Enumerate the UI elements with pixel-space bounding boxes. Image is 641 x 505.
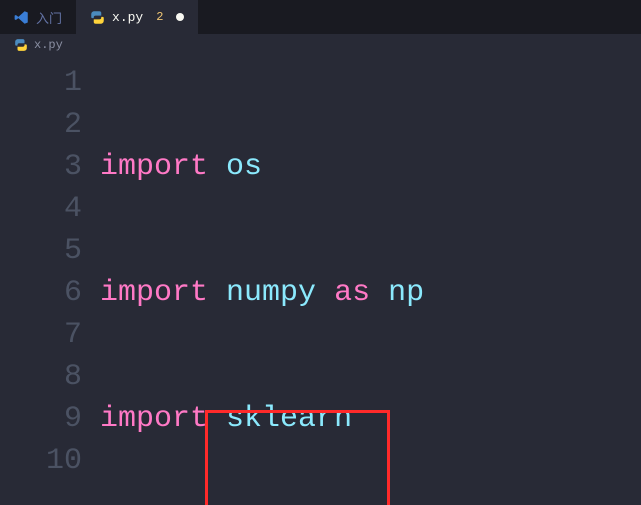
- tab-xpy[interactable]: x.py 2: [76, 0, 198, 34]
- line-number-gutter: 1 2 3 4 5 6 7 8 9 10: [0, 56, 100, 505]
- line-number: 9: [0, 398, 82, 440]
- line-number: 1: [0, 62, 82, 104]
- python-icon: [14, 38, 28, 52]
- dirty-indicator-icon: [176, 13, 184, 21]
- line-number: 6: [0, 272, 82, 314]
- code-area[interactable]: import os import numpy as np import skle…: [100, 56, 550, 505]
- tab-label: 入门: [36, 8, 62, 27]
- line-number: 4: [0, 188, 82, 230]
- line-number: 3: [0, 146, 82, 188]
- python-icon: [90, 10, 105, 25]
- line-number: 8: [0, 356, 82, 398]
- line-number: 7: [0, 314, 82, 356]
- breadcrumb-label: x.py: [34, 38, 63, 52]
- vscode-icon: [14, 10, 29, 25]
- tab-problem-count: 2: [156, 10, 163, 24]
- line-number: 2: [0, 104, 82, 146]
- code-line: import sklearn: [100, 398, 550, 440]
- editor[interactable]: 1 2 3 4 5 6 7 8 9 10 import os import nu…: [0, 56, 641, 505]
- tab-welcome[interactable]: 入门: [0, 0, 76, 34]
- code-line: import os: [100, 146, 550, 188]
- tab-label: x.py: [112, 10, 143, 25]
- tab-bar: 入门 x.py 2: [0, 0, 641, 34]
- code-line: import numpy as np: [100, 272, 550, 314]
- line-number: 5: [0, 230, 82, 272]
- breadcrumb[interactable]: x.py: [0, 34, 641, 56]
- line-number: 10: [0, 440, 82, 482]
